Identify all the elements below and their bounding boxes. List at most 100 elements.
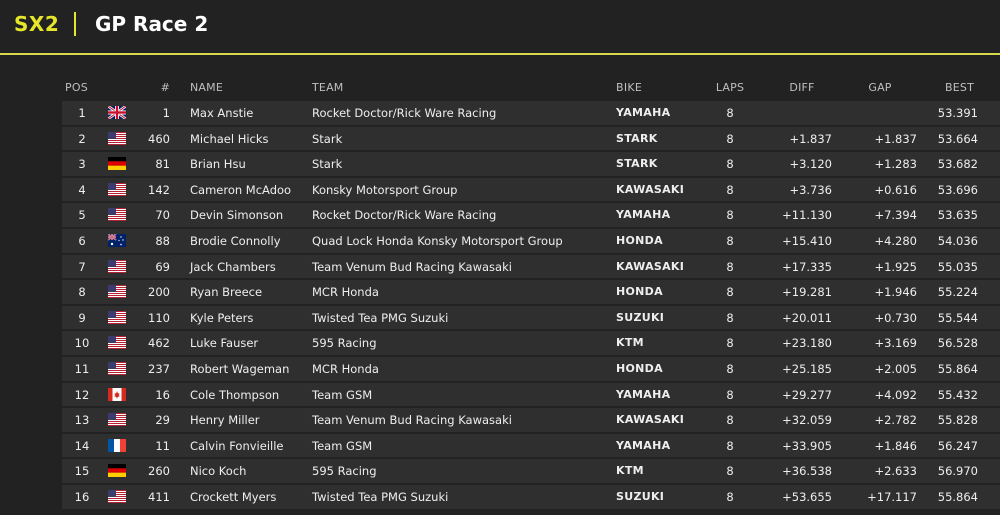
rider-position: 16 — [74, 489, 90, 504]
rider-bike: HONDA — [616, 285, 663, 299]
rider-number: 88 — [155, 233, 170, 248]
rider-bike: HONDA — [616, 233, 663, 247]
rider-gap: +0.730 — [874, 310, 917, 325]
rider-position: 14 — [74, 438, 90, 453]
table-row: 8 200 Ryan Breece MCR Honda HONDA 8 +19.281 +1.… — [62, 280, 1000, 304]
table-row: 5 70 Devin Simonson Rocket Doctor/Rick Ware… — [62, 203, 1000, 227]
rider-team: Team GSM — [312, 387, 373, 402]
rider-name: Nico Koch — [190, 464, 247, 479]
rider-bike: YAMAHA — [616, 438, 671, 452]
rider-position: 10 — [74, 336, 90, 351]
rider-gap: +4.280 — [874, 233, 917, 248]
rider-gap: +1.837 — [874, 131, 917, 146]
rider-best-lap: 55.224 — [937, 285, 978, 300]
rider-name: Brian Hsu — [190, 157, 246, 172]
rider-number: 260 — [148, 464, 170, 479]
rider-best-lap: 56.247 — [937, 438, 978, 453]
rider-gap: +0.616 — [874, 182, 917, 197]
col-header-name: NAME — [190, 81, 223, 94]
rider-laps: 8 — [726, 208, 734, 223]
rider-team: Stark — [312, 131, 343, 146]
rider-gap: +17.117 — [867, 489, 917, 504]
table-row: 6 88 Brodie Connolly Quad Lock Honda Konsky… — [62, 228, 1000, 253]
rider-diff: +25.185 — [782, 361, 832, 376]
rider-team: Rocket Doctor/Rick Ware Racing — [312, 208, 497, 223]
header-divider — [74, 12, 76, 36]
rider-team: 595 Racing — [312, 336, 377, 351]
france-flag-icon — [108, 438, 126, 452]
rider-diff: +29.277 — [782, 387, 832, 402]
rider-name: Robert Wageman — [190, 361, 290, 376]
rider-team: Team Venum Bud Racing Kawasaki — [312, 259, 512, 274]
rider-number: 462 — [148, 336, 170, 351]
rider-laps: 8 — [726, 157, 734, 172]
table-header: POS # NAME TEAM BIKE LAPS DIFF GAP BEST — [62, 76, 1000, 101]
rider-laps: 8 — [726, 489, 734, 504]
rider-position: 9 — [78, 310, 86, 325]
table-row: 12 16 Cole Thompson Team GSM YAMAHA 8 +29.277 +… — [62, 382, 1000, 407]
rider-diff: +33.905 — [782, 438, 832, 453]
rider-best-lap: 55.828 — [937, 413, 978, 428]
rider-position: 5 — [78, 208, 86, 223]
usa-flag-icon — [108, 285, 126, 299]
rider-position: 13 — [74, 413, 90, 428]
rider-diff: +1.837 — [789, 131, 832, 146]
table-row: 15 260 Nico Koch 595 Racing KTM 8 +36.538 +2.63… — [62, 459, 1000, 483]
rider-number: 70 — [155, 208, 170, 223]
rider-name: Crockett Myers — [190, 489, 277, 504]
rider-best-lap: 56.970 — [937, 464, 978, 479]
table-row: 11 237 Robert Wageman MCR Honda HONDA 8 +25.18… — [62, 356, 1000, 381]
rider-bike: KTM — [616, 336, 644, 350]
rider-team: Rocket Doctor/Rick Ware Racing — [312, 106, 497, 120]
col-header-number: # — [160, 81, 170, 94]
rider-diff: +36.538 — [782, 464, 832, 479]
rider-best-lap: 56.528 — [937, 336, 978, 351]
rider-laps: 8 — [726, 438, 734, 453]
table-row: 10 462 Luke Fauser 595 Racing KTM 8 +23.180 +3.… — [62, 331, 1000, 355]
rider-bike: KAWASAKI — [616, 182, 685, 196]
table-body: 1 1 Max Anstie Rocket Doctor/Rick Ware Raci… — [62, 101, 1000, 509]
col-header-team: TEAM — [312, 81, 344, 94]
rider-gap: +2.782 — [874, 413, 917, 428]
rider-number: 11 — [155, 438, 170, 453]
rider-name: Max Anstie — [190, 106, 254, 120]
rider-name: Cameron McAdoo — [190, 182, 292, 197]
rider-team: MCR Honda — [312, 361, 379, 376]
rider-number: 460 — [148, 131, 170, 146]
australia-flag-icon — [108, 233, 126, 247]
rider-diff: +19.281 — [782, 285, 832, 300]
rider-gap: +1.946 — [874, 285, 917, 300]
rider-diff: +20.011 — [782, 310, 832, 325]
rider-laps: 8 — [726, 464, 734, 479]
rider-laps: 8 — [726, 233, 734, 248]
rider-gap: +1.925 — [874, 259, 917, 274]
rider-name: Ryan Breece — [190, 285, 263, 300]
rider-best-lap: 53.664 — [937, 131, 978, 146]
usa-flag-icon — [108, 259, 126, 273]
rider-diff: +11.130 — [782, 208, 832, 223]
page-title: GP Race 2 — [95, 12, 209, 36]
table-row: 4 142 Cameron McAdoo Konsky Motorsport Grou… — [62, 177, 1000, 202]
rider-gap: +2.005 — [874, 361, 917, 376]
rider-diff: +3.736 — [789, 182, 832, 197]
usa-flag-icon — [108, 310, 126, 324]
rider-team: Team Venum Bud Racing Kawasaki — [312, 413, 512, 428]
rider-laps: 8 — [726, 361, 734, 376]
usa-flag-icon — [108, 182, 126, 196]
rider-name: Henry Miller — [190, 413, 260, 428]
rider-name: Devin Simonson — [190, 208, 284, 223]
germany-flag-icon — [108, 464, 126, 478]
rider-number: 16 — [155, 387, 170, 402]
table-row: 2 460 Michael Hicks Stark STARK 8 +1.837 +1.837… — [62, 126, 1000, 151]
rider-bike: STARK — [616, 131, 658, 145]
rider-number: 69 — [155, 259, 170, 274]
col-header-gap: GAP — [868, 81, 892, 94]
rider-laps: 8 — [726, 259, 734, 274]
rider-diff: +17.335 — [782, 259, 832, 274]
rider-position: 11 — [74, 361, 90, 376]
results-table: POS # NAME TEAM BIKE LAPS DIFF GAP BEST … — [62, 76, 1000, 511]
table-row: 1 1 Max Anstie Rocket Doctor/Rick Ware Raci… — [62, 101, 1000, 125]
rider-bike: YAMAHA — [616, 106, 671, 119]
rider-number: 411 — [148, 489, 170, 504]
rider-name: Brodie Connolly — [190, 233, 281, 248]
